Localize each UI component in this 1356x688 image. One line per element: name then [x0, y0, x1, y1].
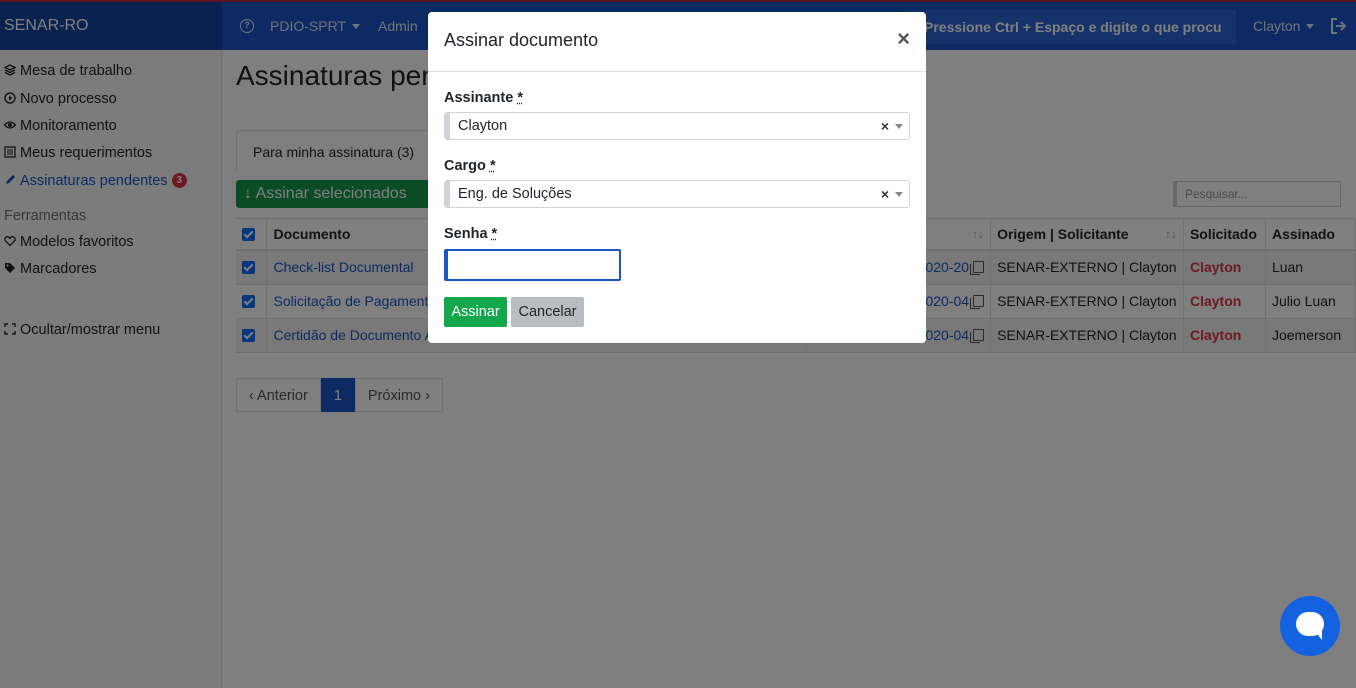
senha-label-text: Senha [444, 226, 488, 242]
password-field[interactable] [444, 249, 621, 281]
cargo-label: Cargo * [444, 158, 496, 174]
chat-icon-tail [1314, 630, 1322, 640]
cancel-button[interactable]: Cancelar [511, 297, 584, 327]
close-icon[interactable]: × [897, 28, 910, 50]
sign-document-modal: Assinar documento × Assinante * Clayton … [428, 12, 926, 343]
senha-label: Senha * [444, 226, 497, 242]
chat-widget-button[interactable] [1280, 596, 1340, 656]
sign-button[interactable]: Assinar [444, 297, 507, 327]
assinante-label: Assinante * [444, 90, 523, 106]
required-mark: * [517, 90, 523, 106]
required-mark: * [489, 158, 496, 174]
assinante-value: Clayton [458, 118, 508, 134]
cargo-label-text: Cargo [444, 158, 486, 174]
cargo-select[interactable]: Eng. de Soluções × [444, 180, 910, 208]
clear-selection-icon[interactable]: × [881, 113, 889, 139]
modal-title: Assinar documento [444, 30, 599, 50]
clear-selection-icon[interactable]: × [881, 181, 889, 207]
cargo-value: Eng. de Soluções [458, 186, 572, 202]
assinante-select[interactable]: Clayton × [444, 112, 910, 140]
chevron-down-icon[interactable] [895, 124, 903, 129]
chevron-down-icon[interactable] [895, 192, 903, 197]
assinante-label-text: Assinante [444, 90, 514, 106]
required-mark: * [491, 226, 498, 242]
modal-header: Assinar documento × [428, 12, 926, 72]
